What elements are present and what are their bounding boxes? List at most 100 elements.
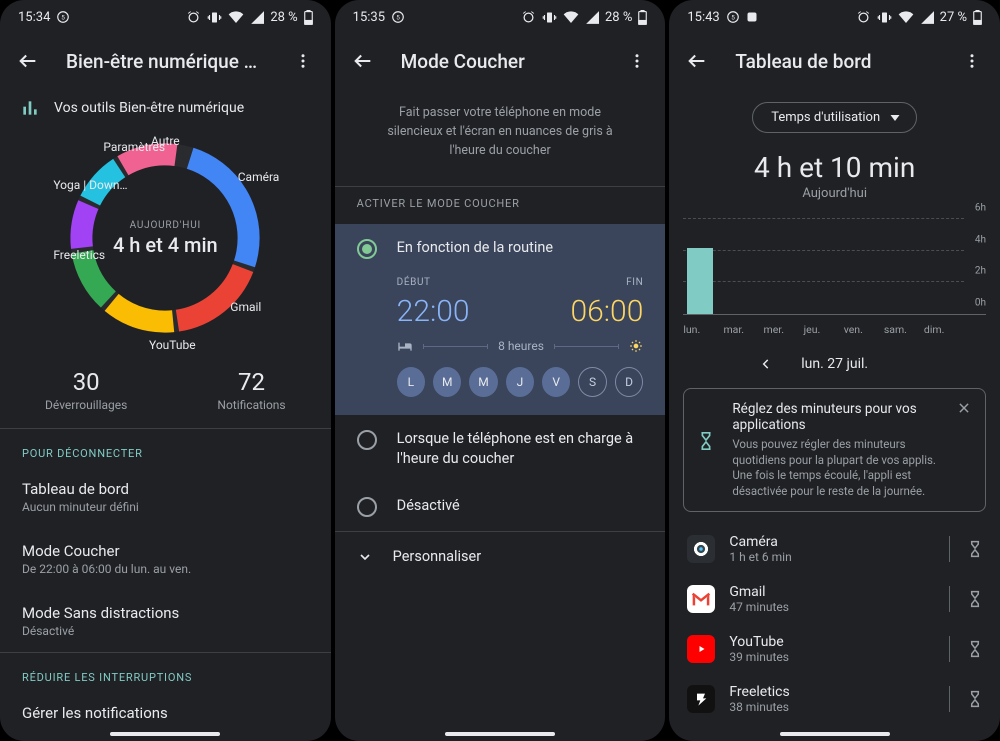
close-icon: [957, 401, 971, 415]
gmail-app-icon: [687, 585, 715, 613]
day-chip-v[interactable]: V: [542, 367, 570, 397]
segment-label: Caméra: [238, 170, 280, 184]
app-row-youtube[interactable]: YouTube 39 minutes: [669, 624, 1000, 674]
hourglass-icon[interactable]: [968, 540, 982, 558]
wifi-icon: [898, 11, 914, 23]
more-button[interactable]: [952, 41, 992, 81]
menu-bedtime[interactable]: Mode Coucher De 22:00 à 06:00 du lun. au…: [0, 528, 331, 590]
appbar: Mode Coucher: [335, 34, 666, 88]
statusbar: 15:43 5 27 %: [669, 0, 1000, 34]
usage-barchart[interactable]: 6h 4h 2h 0h: [683, 219, 986, 315]
more-button[interactable]: [617, 41, 657, 81]
statusbar: 15:34 5 28 %: [0, 0, 331, 34]
battery-text: 28 %: [270, 10, 297, 25]
timer-tip-card: Réglez des minuteurs pour vos applicatio…: [683, 388, 986, 512]
radio-icon: [357, 430, 377, 450]
freeletics-app-icon: [687, 685, 715, 713]
battery-icon: [304, 10, 313, 25]
usage-donut[interactable]: AUJOURD'HUI 4 h et 4 min Autre Paramètre…: [55, 128, 275, 348]
day-chip-d[interactable]: D: [615, 367, 643, 397]
gesture-pill[interactable]: [110, 732, 220, 736]
page-title: Tableau de bord: [735, 50, 934, 73]
statusbar: 15:35 5 28 %: [335, 0, 666, 34]
signal-icon: [250, 11, 264, 24]
battery-icon: [638, 10, 647, 25]
signal-icon: [920, 11, 934, 24]
tip-body: Vous pouvez régler des minuteurs quotidi…: [732, 437, 943, 499]
battery-text: 27 %: [940, 10, 967, 25]
clock: 15:35: [353, 10, 385, 25]
back-button[interactable]: [8, 41, 48, 81]
day-chip-j[interactable]: J: [506, 367, 534, 397]
alarm-icon: [856, 10, 871, 25]
tools-row[interactable]: Vos outils Bien-être numérique: [0, 88, 331, 122]
bed-icon: [397, 340, 413, 352]
arrow-left-icon: [686, 50, 708, 72]
day-chip-m[interactable]: M: [433, 367, 461, 397]
back-button[interactable]: [677, 41, 717, 81]
option-routine[interactable]: En fonction de la routine: [357, 224, 644, 273]
sun-icon: [629, 339, 643, 353]
days-row: L M M J V S D: [357, 367, 644, 397]
day-chip-l[interactable]: L: [397, 367, 425, 397]
app-row-freeletics[interactable]: Freeletics 38 minutes: [669, 674, 1000, 724]
chevron-down-icon: [357, 549, 373, 565]
section-disconnect: POUR DÉCONNECTER: [0, 428, 331, 466]
screen-dashboard: 15:43 5 27 % Tableau de bord Temps d'uti…: [669, 0, 1000, 741]
activate-caption: ACTIVER LE MODE COUCHER: [335, 186, 666, 224]
unlocks-counter[interactable]: 30 Déverrouillages: [45, 368, 127, 412]
hourglass-icon[interactable]: [968, 640, 982, 658]
day-chip-m2[interactable]: M: [469, 367, 497, 397]
gesture-pill[interactable]: [445, 732, 555, 736]
battery-text: 28 %: [605, 10, 632, 25]
page-title: Mode Coucher: [401, 50, 600, 73]
clock: 15:34: [18, 10, 50, 25]
option-charging[interactable]: Lorsque le téléphone est en charge à l'h…: [335, 415, 666, 482]
customize-row[interactable]: Personnaliser: [335, 531, 666, 581]
bar-x-labels: lun. mar. mer. jeu. ven. sam. dim.: [669, 319, 1000, 336]
option-disabled[interactable]: Désactivé: [335, 482, 666, 531]
battery-icon: [973, 10, 982, 25]
clock: 15:43: [687, 10, 719, 25]
bar-lun: [687, 248, 713, 314]
date-label: lun. 27 juil.: [801, 356, 868, 372]
start-time-field[interactable]: DÉBUT 22:00: [397, 277, 470, 329]
hourglass-icon: [698, 431, 718, 451]
arrow-left-icon: [17, 50, 39, 72]
today-label: AUJOURD'HUI: [130, 220, 201, 231]
dots-vertical-icon: [963, 52, 981, 70]
end-time-field[interactable]: FIN 06:00: [570, 277, 643, 329]
menu-dashboard[interactable]: Tableau de bord Aucun minuteur défini: [0, 466, 331, 528]
more-button[interactable]: [283, 41, 323, 81]
segment-label: Freeletics: [53, 248, 105, 262]
date-nav: lun. 27 juil.: [669, 336, 1000, 388]
camera-app-icon: [687, 535, 715, 563]
app-row-gmail[interactable]: Gmail 47 minutes: [669, 574, 1000, 624]
arrow-left-icon: [352, 50, 374, 72]
radio-icon: [357, 239, 377, 259]
gesture-pill[interactable]: [780, 732, 890, 736]
chevron-left-icon[interactable]: [759, 357, 773, 371]
hourglass-icon[interactable]: [968, 690, 982, 708]
vibrate-icon: [207, 10, 222, 25]
menu-focus[interactable]: Mode Sans distractions Désactivé: [0, 590, 331, 652]
menu-manage-notifications[interactable]: Gérer les notifications: [0, 690, 331, 736]
five-circle-icon: 5: [391, 10, 405, 24]
segment-label: Gmail: [230, 300, 261, 314]
radio-icon: [357, 497, 377, 517]
dismiss-tip-button[interactable]: [957, 401, 971, 415]
wifi-icon: [563, 11, 579, 23]
day-chip-s[interactable]: S: [578, 367, 606, 397]
segment-label: YouTube: [149, 338, 196, 352]
signal-icon: [585, 11, 599, 24]
hourglass-icon[interactable]: [968, 590, 982, 608]
svg-text:5: 5: [396, 13, 400, 21]
wifi-icon: [228, 11, 244, 23]
back-button[interactable]: [343, 41, 383, 81]
vibrate-icon: [877, 10, 892, 25]
svg-text:5: 5: [731, 13, 735, 21]
today-value: 4 h et 4 min: [113, 233, 218, 257]
metric-chip[interactable]: Temps d'utilisation: [752, 102, 917, 133]
app-row-camera[interactable]: Caméra 1 h et 6 min: [669, 524, 1000, 574]
notifications-counter[interactable]: 72 Notifications: [217, 368, 285, 412]
